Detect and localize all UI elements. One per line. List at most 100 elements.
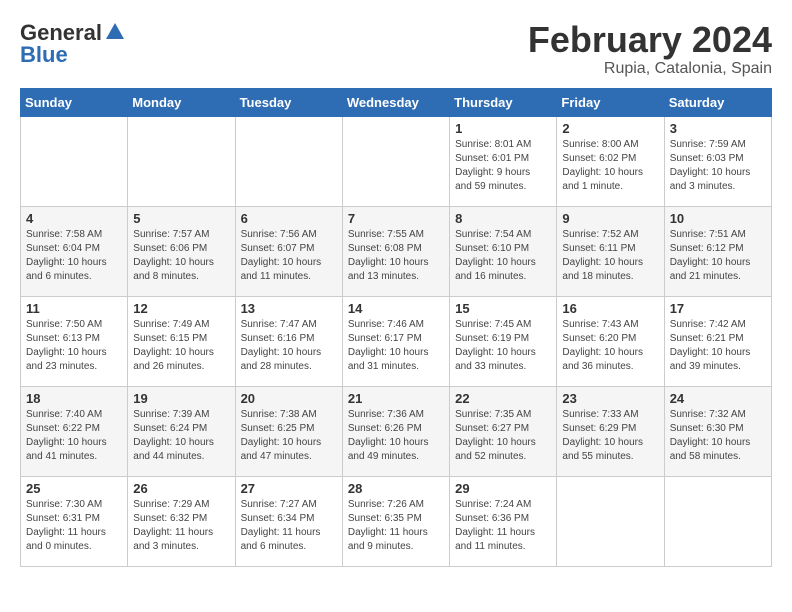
calendar-header-row: SundayMondayTuesdayWednesdayThursdayFrid… <box>21 88 772 116</box>
day-number: 28 <box>348 481 444 496</box>
day-info: Sunrise: 7:55 AM Sunset: 6:08 PM Dayligh… <box>348 228 444 284</box>
calendar-cell: 1Sunrise: 8:01 AM Sunset: 6:01 PM Daylig… <box>450 116 557 206</box>
day-number: 7 <box>348 211 444 226</box>
calendar-cell: 16Sunrise: 7:43 AM Sunset: 6:20 PM Dayli… <box>557 296 664 386</box>
calendar-cell: 10 Sunrise: 7:51 AM Sunset: 6:12 PM Dayli… <box>664 206 771 296</box>
calendar-cell: 2Sunrise: 8:00 AM Sunset: 6:02 PM Daylig… <box>557 116 664 206</box>
day-info: Sunrise: 7:58 AM Sunset: 6:04 PM Dayligh… <box>26 228 122 284</box>
day-number: 29 <box>455 481 551 496</box>
calendar-cell: 7 Sunrise: 7:55 AM Sunset: 6:08 PM Daylig… <box>342 206 449 296</box>
day-info: Sunrise: 7:39 AM Sunset: 6:24 PM Dayligh… <box>133 408 229 464</box>
calendar-cell: 27 Sunrise: 7:27 AM Sunset: 6:34 PM Dayli… <box>235 476 342 566</box>
calendar-week-5: 25 Sunrise: 7:30 AM Sunset: 6:31 PM Dayli… <box>21 476 772 566</box>
day-number: 2 <box>562 121 658 136</box>
logo-blue: Blue <box>20 42 68 68</box>
day-number: 25 <box>26 481 122 496</box>
day-number: 3 <box>670 121 766 136</box>
day-number: 18 <box>26 391 122 406</box>
day-number: 26 <box>133 481 229 496</box>
day-info: Sunrise: 7:40 AM Sunset: 6:22 PM Dayligh… <box>26 408 122 464</box>
day-info: Sunrise: 7:42 AM Sunset: 6:21 PM Dayligh… <box>670 318 766 374</box>
day-number: 21 <box>348 391 444 406</box>
day-info: Sunrise: 7:29 AM Sunset: 6:32 PM Dayligh… <box>133 498 229 554</box>
calendar-cell: 9 Sunrise: 7:52 AM Sunset: 6:11 PM Daylig… <box>557 206 664 296</box>
day-number: 13 <box>241 301 337 316</box>
day-number: 9 <box>562 211 658 226</box>
day-info: Sunrise: 7:54 AM Sunset: 6:10 PM Dayligh… <box>455 228 551 284</box>
calendar-cell: 29 Sunrise: 7:24 AM Sunset: 6:36 PM Dayli… <box>450 476 557 566</box>
day-number: 15 <box>455 301 551 316</box>
day-info: Sunrise: 7:56 AM Sunset: 6:07 PM Dayligh… <box>241 228 337 284</box>
day-info: Sunrise: 7:26 AM Sunset: 6:35 PM Dayligh… <box>348 498 444 554</box>
header-friday: Friday <box>557 88 664 116</box>
calendar-cell: 8 Sunrise: 7:54 AM Sunset: 6:10 PM Daylig… <box>450 206 557 296</box>
calendar-cell <box>342 116 449 206</box>
calendar-week-1: 1Sunrise: 8:01 AM Sunset: 6:01 PM Daylig… <box>21 116 772 206</box>
day-info: Sunrise: 7:36 AM Sunset: 6:26 PM Dayligh… <box>348 408 444 464</box>
day-info: Sunrise: 7:47 AM Sunset: 6:16 PM Dayligh… <box>241 318 337 374</box>
calendar-week-4: 18 Sunrise: 7:40 AM Sunset: 6:22 PM Dayli… <box>21 386 772 476</box>
calendar-cell: 11 Sunrise: 7:50 AM Sunset: 6:13 PM Dayli… <box>21 296 128 386</box>
day-number: 10 <box>670 211 766 226</box>
day-number: 17 <box>670 301 766 316</box>
day-info: Sunrise: 7:32 AM Sunset: 6:30 PM Dayligh… <box>670 408 766 464</box>
day-number: 20 <box>241 391 337 406</box>
calendar-cell: 19 Sunrise: 7:39 AM Sunset: 6:24 PM Dayli… <box>128 386 235 476</box>
day-info: Sunrise: 7:59 AM Sunset: 6:03 PM Dayligh… <box>670 138 766 194</box>
day-info: Sunrise: 7:51 AM Sunset: 6:12 PM Dayligh… <box>670 228 766 284</box>
calendar-cell <box>557 476 664 566</box>
calendar-cell: 24 Sunrise: 7:32 AM Sunset: 6:30 PM Dayli… <box>664 386 771 476</box>
header-monday: Monday <box>128 88 235 116</box>
day-number: 27 <box>241 481 337 496</box>
calendar-cell: 21 Sunrise: 7:36 AM Sunset: 6:26 PM Dayli… <box>342 386 449 476</box>
header-thursday: Thursday <box>450 88 557 116</box>
day-info: Sunrise: 8:01 AM Sunset: 6:01 PM Dayligh… <box>455 138 551 194</box>
calendar-cell: 28 Sunrise: 7:26 AM Sunset: 6:35 PM Dayli… <box>342 476 449 566</box>
header-tuesday: Tuesday <box>235 88 342 116</box>
calendar-cell <box>235 116 342 206</box>
day-number: 5 <box>133 211 229 226</box>
day-info: Sunrise: 7:49 AM Sunset: 6:15 PM Dayligh… <box>133 318 229 374</box>
day-info: Sunrise: 7:38 AM Sunset: 6:25 PM Dayligh… <box>241 408 337 464</box>
month-title: February 2024 <box>528 20 772 60</box>
day-number: 6 <box>241 211 337 226</box>
header-sunday: Sunday <box>21 88 128 116</box>
day-info: Sunrise: 7:30 AM Sunset: 6:31 PM Dayligh… <box>26 498 122 554</box>
calendar-cell: 3 Sunrise: 7:59 AM Sunset: 6:03 PM Daylig… <box>664 116 771 206</box>
calendar-cell <box>664 476 771 566</box>
day-info: Sunrise: 7:24 AM Sunset: 6:36 PM Dayligh… <box>455 498 551 554</box>
calendar-cell: 13 Sunrise: 7:47 AM Sunset: 6:16 PM Dayli… <box>235 296 342 386</box>
calendar-cell: 14 Sunrise: 7:46 AM Sunset: 6:17 PM Dayli… <box>342 296 449 386</box>
day-number: 14 <box>348 301 444 316</box>
day-number: 22 <box>455 391 551 406</box>
day-number: 12 <box>133 301 229 316</box>
day-info: Sunrise: 7:46 AM Sunset: 6:17 PM Dayligh… <box>348 318 444 374</box>
day-number: 23 <box>562 391 658 406</box>
title-area: February 2024 Rupia, Catalonia, Spain <box>528 20 772 78</box>
day-info: Sunrise: 7:57 AM Sunset: 6:06 PM Dayligh… <box>133 228 229 284</box>
day-number: 8 <box>455 211 551 226</box>
day-info: Sunrise: 7:33 AM Sunset: 6:29 PM Dayligh… <box>562 408 658 464</box>
header-saturday: Saturday <box>664 88 771 116</box>
calendar-table: SundayMondayTuesdayWednesdayThursdayFrid… <box>20 88 772 567</box>
logo: General Blue <box>20 20 126 68</box>
calendar-cell: 23 Sunrise: 7:33 AM Sunset: 6:29 PM Dayli… <box>557 386 664 476</box>
calendar-cell <box>128 116 235 206</box>
calendar-week-2: 4Sunrise: 7:58 AM Sunset: 6:04 PM Daylig… <box>21 206 772 296</box>
calendar-cell: 15Sunrise: 7:45 AM Sunset: 6:19 PM Dayli… <box>450 296 557 386</box>
day-info: Sunrise: 7:52 AM Sunset: 6:11 PM Dayligh… <box>562 228 658 284</box>
calendar-cell: 17 Sunrise: 7:42 AM Sunset: 6:21 PM Dayli… <box>664 296 771 386</box>
day-number: 19 <box>133 391 229 406</box>
calendar-cell: 5 Sunrise: 7:57 AM Sunset: 6:06 PM Daylig… <box>128 206 235 296</box>
calendar-cell: 18 Sunrise: 7:40 AM Sunset: 6:22 PM Dayli… <box>21 386 128 476</box>
calendar-cell: 26 Sunrise: 7:29 AM Sunset: 6:32 PM Dayli… <box>128 476 235 566</box>
day-info: Sunrise: 7:43 AM Sunset: 6:20 PM Dayligh… <box>562 318 658 374</box>
day-number: 24 <box>670 391 766 406</box>
day-info: Sunrise: 7:35 AM Sunset: 6:27 PM Dayligh… <box>455 408 551 464</box>
calendar-cell <box>21 116 128 206</box>
day-info: Sunrise: 7:27 AM Sunset: 6:34 PM Dayligh… <box>241 498 337 554</box>
day-info: Sunrise: 7:50 AM Sunset: 6:13 PM Dayligh… <box>26 318 122 374</box>
page-header: General Blue February 2024 Rupia, Catalo… <box>20 20 772 78</box>
day-number: 11 <box>26 301 122 316</box>
calendar-cell: 22 Sunrise: 7:35 AM Sunset: 6:27 PM Dayli… <box>450 386 557 476</box>
